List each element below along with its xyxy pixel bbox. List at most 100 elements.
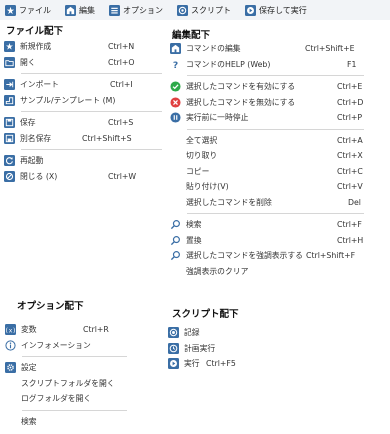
menu-item-label: 設定 [21, 363, 37, 373]
menu-item-open[interactable]: 開く Ctrl+O [2, 55, 162, 71]
menu-item-shortcut: Ctrl+Shift+E [305, 44, 355, 54]
variable-icon: (x) [5, 324, 16, 336]
menu-item-shortcut: Ctrl+X [337, 151, 363, 161]
options-menu-title: オプション配下 [17, 301, 84, 312]
options-menu-icon [109, 4, 120, 16]
save-run-icon [245, 4, 256, 16]
menu-item-shortcut: Ctrl+H [337, 235, 364, 245]
menu-item-variables[interactable]: (x) 変数 Ctrl+R [3, 322, 127, 338]
menu-item-new[interactable]: 新規作成 Ctrl+N [2, 39, 162, 55]
script-menu-icon [177, 4, 188, 16]
menu-item-enable[interactable]: 選択したコマンドを有効にする Ctrl+E [168, 79, 364, 95]
menu-item-clear-highlight[interactable]: 強調表示のクリア [168, 264, 364, 280]
menu-item-label: サンプル/テンプレート (M) [20, 95, 116, 105]
menu-item-shortcut: Del [348, 197, 361, 207]
menu-item-help[interactable]: ? コマンドのHELP (Web) F1 [168, 57, 364, 73]
menu-item-information[interactable]: インフォメーション [3, 338, 127, 354]
pause-icon [170, 112, 181, 123]
menu-file[interactable]: ファイル [3, 1, 53, 19]
restart-icon [4, 155, 15, 167]
separator [187, 75, 364, 76]
menu-item-open-script-folder[interactable]: スクリプトフォルダを開く [3, 376, 127, 392]
save-icon [4, 117, 15, 129]
menu-save-run[interactable]: 保存して実行 [243, 1, 309, 19]
menu-item-shortcut: Ctrl+I [110, 80, 133, 90]
menubar: ファイル 編集 オプション スクリプト 保存して実行 [0, 0, 390, 20]
info-icon [5, 340, 16, 351]
edit-menu-title: 編集配下 [172, 30, 211, 41]
menu-item-shortcut: Ctrl+Shift+F [306, 251, 356, 261]
svg-text:(x): (x) [5, 327, 16, 335]
template-icon [4, 94, 15, 106]
separator [187, 128, 364, 130]
menu-item-label: コマンドのHELP (Web) [186, 59, 271, 69]
script-menu: 記録 計画実行 実行 Ctrl+F5 [166, 325, 296, 372]
menu-item-save-as[interactable]: 別名保存 Ctrl+Shift+S [2, 131, 162, 147]
menu-item-label: 計画実行 [184, 343, 216, 353]
menu-item-schedule[interactable]: 計画実行 [166, 341, 296, 357]
menu-item-close[interactable]: 閉じる (X) Ctrl+W [2, 169, 162, 185]
import-icon [4, 79, 15, 91]
save-as-icon [4, 132, 15, 144]
menu-item-cut[interactable]: 切り取り Ctrl+X [168, 148, 364, 164]
menu-item-label: 再起動 [20, 156, 44, 166]
menu-item-shortcut: Ctrl+R [83, 325, 109, 335]
menu-item-select-all[interactable]: 全て選択 Ctrl+A [168, 133, 364, 149]
menu-item-label: ログフォルダを開く [21, 394, 92, 404]
menu-item-import[interactable]: インポート Ctrl+I [2, 77, 162, 93]
menu-item-pause[interactable]: 実行前に一時停止 Ctrl+P [168, 110, 364, 126]
menu-item-label: スクリプトフォルダを開く [21, 378, 115, 388]
menu-item-shortcut: Ctrl+N [108, 42, 135, 52]
menu-item-shortcut: Ctrl+O [108, 57, 135, 67]
separator [22, 409, 127, 411]
file-menu-title: ファイル配下 [6, 26, 64, 37]
menu-item-open-log-folder[interactable]: ログフォルダを開く [3, 391, 127, 407]
menu-item-shortcut: Ctrl+C [337, 166, 363, 176]
edit-menu: コマンドの編集 Ctrl+Shift+E ? コマンドのHELP (Web) F… [168, 41, 364, 279]
menu-file-label: ファイル [19, 5, 51, 15]
menu-item-restart[interactable]: 再起動 [2, 153, 162, 169]
edit-menu-icon [65, 4, 76, 16]
menu-item-shortcut: Ctrl+F5 [206, 359, 236, 369]
menu-item-shortcut: Ctrl+V [337, 182, 363, 192]
menu-item-edit-command[interactable]: コマンドの編集 Ctrl+Shift+E [168, 41, 364, 57]
separator [21, 149, 162, 150]
menu-item-run[interactable]: 実行 Ctrl+F5 [166, 356, 296, 372]
close-icon [4, 170, 15, 182]
menu-item-label: 変数 [21, 325, 37, 335]
menu-item-shortcut: Ctrl+A [337, 135, 363, 145]
menu-item-label: 実行 [184, 359, 200, 369]
menu-edit[interactable]: 編集 [63, 1, 97, 19]
menu-item-paste[interactable]: 貼り付け(V) Ctrl+V [168, 179, 364, 195]
svg-text:?: ? [173, 60, 178, 70]
menu-item-label: 保存 [20, 118, 36, 128]
menu-item-template[interactable]: サンプル/テンプレート (M) [2, 93, 162, 109]
menu-script-label: スクリプト [191, 5, 231, 15]
menu-item-replace[interactable]: 置換 Ctrl+H [168, 233, 364, 249]
menu-item-label: 強調表示のクリア [186, 266, 249, 276]
menu-item-settings[interactable]: 設定 [3, 360, 127, 376]
menu-item-search[interactable]: 検索 Ctrl+F [168, 217, 364, 233]
menu-item-disable[interactable]: 選択したコマンドを無効にする Ctrl+D [168, 95, 364, 111]
run-icon [168, 358, 179, 370]
menu-item-label: 選択したコマンドを削除 [186, 197, 272, 207]
file-menu: 新規作成 Ctrl+N 開く Ctrl+O インポート Ctrl+I サンプル/… [2, 39, 162, 184]
menu-item-shortcut: Ctrl+D [337, 97, 364, 107]
menu-item-copy[interactable]: コピー Ctrl+C [168, 164, 364, 180]
menu-item-delete[interactable]: 選択したコマンドを削除 Del [168, 195, 364, 211]
menu-script[interactable]: スクリプト [175, 1, 233, 19]
replace-icon [170, 235, 181, 246]
menu-item-save[interactable]: 保存 Ctrl+S [2, 115, 162, 131]
menu-item-search-options[interactable]: 検索 [3, 414, 127, 430]
menu-item-highlight[interactable]: 選択したコマンドを強調表示する Ctrl+Shift+F [168, 248, 364, 264]
script-menu-title: スクリプト配下 [172, 309, 239, 320]
file-menu-icon [5, 4, 16, 16]
menu-options[interactable]: オプション [107, 1, 165, 19]
menu-item-record[interactable]: 記録 [166, 325, 296, 341]
new-file-icon [4, 41, 15, 53]
menu-item-label: インフォメーション [21, 340, 91, 350]
menu-save-run-label: 保存して実行 [259, 5, 307, 15]
highlight-icon [170, 250, 181, 261]
menu-item-label: 貼り付け(V) [186, 182, 229, 192]
menu-item-shortcut: Ctrl+W [108, 171, 137, 181]
